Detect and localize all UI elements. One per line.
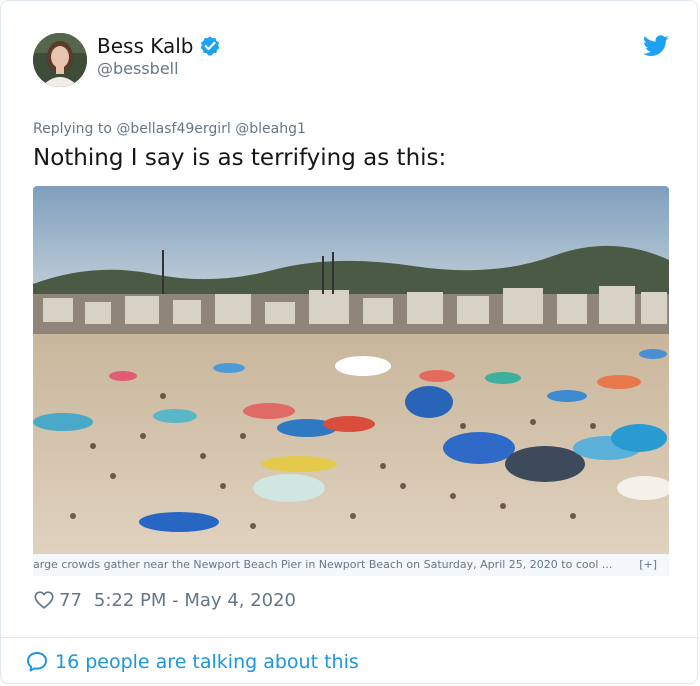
author-name-row[interactable]: Bess Kalb bbox=[97, 33, 221, 59]
avatar-photo-icon bbox=[33, 33, 87, 87]
tweet-media-photo[interactable] bbox=[33, 186, 669, 554]
heart-icon[interactable] bbox=[33, 589, 55, 611]
author-display-name[interactable]: Bess Kalb bbox=[97, 34, 194, 58]
tweet-text: Nothing I say is as terrifying as this: bbox=[33, 145, 447, 171]
media-caption: arge crowds gather near the Newport Beac… bbox=[33, 558, 613, 571]
author-handle[interactable]: @bessbell bbox=[97, 59, 179, 78]
speech-bubble-icon bbox=[27, 652, 47, 672]
verified-badge-icon bbox=[200, 36, 219, 56]
twitter-bird-icon[interactable] bbox=[643, 35, 669, 57]
avatar[interactable] bbox=[33, 33, 87, 87]
replying-to-line[interactable]: Replying to @bellasf49ergirl @bleahg1 bbox=[33, 121, 306, 137]
tweet-meta-row: 77 5:22 PM - May 4, 2020 bbox=[33, 587, 296, 613]
conversation-link[interactable]: 16 people are talking about this bbox=[25, 649, 359, 675]
caption-expand-link[interactable]: [+] bbox=[639, 554, 657, 576]
tweet-timestamp[interactable]: 5:22 PM - May 4, 2020 bbox=[94, 590, 296, 611]
tweet-card: Bess Kalb @bessbell Replying to @bellasf… bbox=[0, 0, 699, 684]
crowded-beach-photo-icon bbox=[33, 186, 669, 554]
media-caption-bar[interactable]: arge crowds gather near the Newport Beac… bbox=[33, 554, 669, 576]
like-count[interactable]: 77 bbox=[59, 590, 82, 611]
card-divider bbox=[1, 637, 699, 638]
conversation-count-label[interactable]: 16 people are talking about this bbox=[55, 651, 359, 673]
